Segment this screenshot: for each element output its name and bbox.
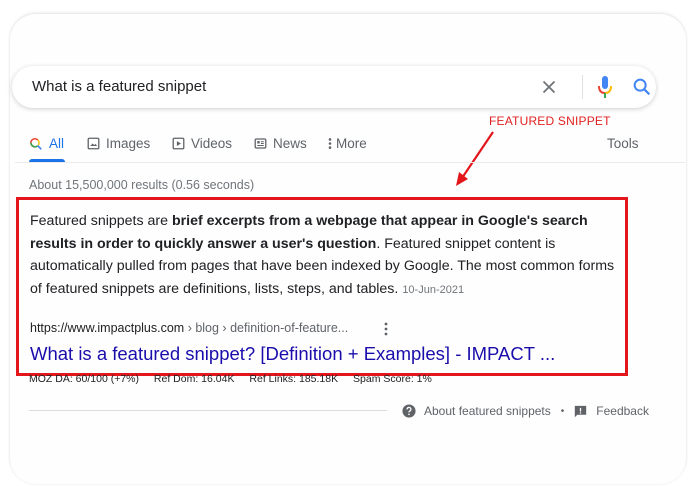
tools-button[interactable]: Tools <box>607 136 639 151</box>
annotation-arrow-icon <box>456 131 494 186</box>
moz-ref-links: Ref Links: 185.18K <box>249 373 339 385</box>
tab-label: News <box>273 136 307 151</box>
newspaper-icon <box>254 138 267 149</box>
snippet-lead: Featured snippets are <box>30 213 172 229</box>
moz-spam-score: Spam Score: 1% <box>353 373 432 385</box>
tab-label: All <box>49 136 65 151</box>
tab-images[interactable]: Images <box>87 136 150 151</box>
search-input[interactable]: What is a featured snippet <box>32 78 206 95</box>
annotation-label: FEATURED SNIPPET <box>489 114 611 128</box>
play-icon <box>172 137 185 150</box>
tools-label: Tools <box>607 136 639 151</box>
search-icon <box>30 137 42 150</box>
search-bar[interactable]: What is a featured snippet <box>12 66 656 108</box>
result-stats: About 15,500,000 results (0.56 seconds) <box>29 178 255 192</box>
microphone-icon[interactable] <box>595 74 615 100</box>
moz-metrics-bar: MOZ DA: 60/100 (+7%) Ref Dom: 16.04K Ref… <box>29 373 444 385</box>
tabs-divider <box>15 162 685 163</box>
result-title-link[interactable]: What is a featured snippet? [Definition … <box>30 343 555 365</box>
feedback-link[interactable]: Feedback <box>596 404 649 418</box>
snippet-text: Featured snippets are brief excerpts fro… <box>30 210 626 301</box>
image-icon <box>87 137 100 150</box>
moz-ref-dom: Ref Dom: 16.04K <box>153 373 235 385</box>
tab-label: More <box>336 136 367 151</box>
tab-all[interactable]: All <box>29 136 64 151</box>
search-bar-divider <box>582 75 583 99</box>
close-icon[interactable] <box>538 76 560 98</box>
about-featured-snippets-link[interactable]: About featured snippets <box>424 404 551 418</box>
snippet-date: 10-Jun-2021 <box>402 283 465 296</box>
result-url[interactable]: https://www.impactplus.com › blog › defi… <box>30 321 348 335</box>
cite-path: › blog › definition-of-feature... <box>184 321 349 335</box>
tab-label: Videos <box>191 136 233 151</box>
tab-more[interactable]: More <box>328 136 367 151</box>
cite-domain: https://www.impactplus.com <box>30 321 185 335</box>
tab-label: Images <box>106 136 151 151</box>
more-vert-icon <box>328 138 332 149</box>
search-icon[interactable] <box>631 76 653 98</box>
snippet-footer: About featured snippets • Feedback <box>402 404 649 418</box>
more-options-icon[interactable] <box>383 321 389 337</box>
feedback-icon <box>575 405 587 417</box>
footer-divider <box>29 410 387 411</box>
featured-snippet-box: Featured snippets are brief excerpts fro… <box>16 197 628 376</box>
tab-news[interactable]: News <box>254 136 307 151</box>
moz-da: MOZ DA: 60/100 (+7%) <box>29 373 139 385</box>
footer-separator: • <box>560 405 565 417</box>
help-icon <box>402 404 416 418</box>
tab-videos[interactable]: Videos <box>172 136 232 151</box>
